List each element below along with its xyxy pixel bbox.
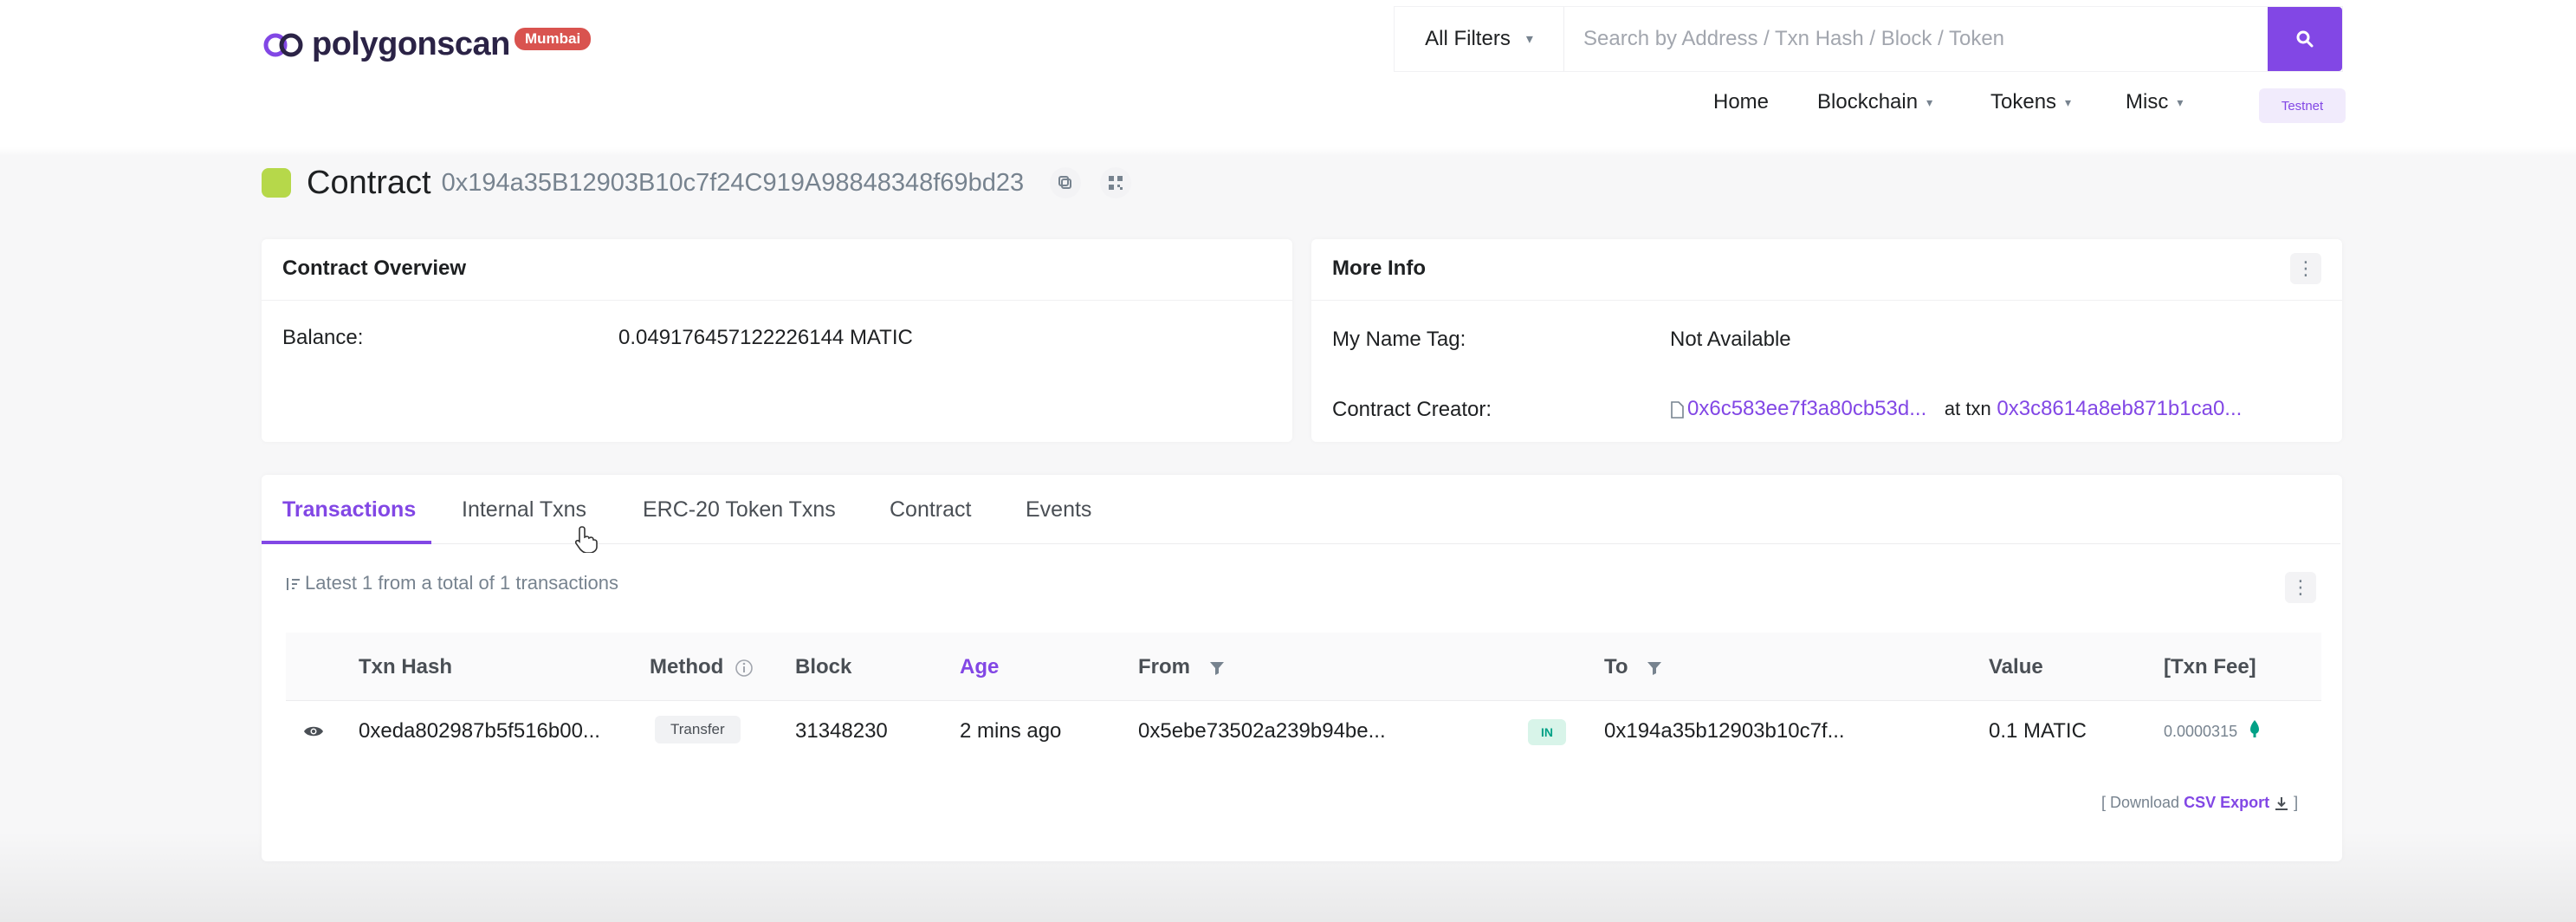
page-heading: Contract 0x194a35B12903B10c7f24C919A9884… (262, 161, 1150, 205)
balance-label: Balance: (282, 326, 364, 349)
filter-icon[interactable] (1208, 659, 1226, 677)
divider (1311, 300, 2342, 301)
search-button[interactable] (2268, 7, 2342, 71)
active-tab-indicator (262, 541, 431, 544)
more-info-card: More Info ⋮ My Name Tag: Not Available C… (1311, 239, 2342, 442)
document-icon (1671, 400, 1684, 419)
tab-events[interactable]: Events (1026, 497, 1091, 523)
summary-text: Latest 1 from a total of 1 transactions (305, 572, 618, 594)
csv-export-suffix: ] (2294, 794, 2299, 811)
balance-value: 0.049176457122226144 MATIC (618, 326, 913, 349)
main-nav: Home Blockchain ▾ Tokens ▾ Misc ▾ (0, 90, 2576, 125)
to-address: 0x194a35b12903b10c7f... (1604, 719, 1845, 743)
header-age[interactable]: Age (960, 655, 999, 679)
qr-code-icon (1109, 176, 1123, 190)
nav-tokens-label: Tokens (1990, 90, 2057, 114)
from-address-link[interactable]: 0x5ebe73502a239b94be... (1138, 719, 1386, 743)
nav-misc-label: Misc (2126, 90, 2169, 114)
name-tag-label: My Name Tag: (1332, 328, 1466, 351)
qr-code-button[interactable] (1100, 167, 1132, 198)
filter-icon[interactable] (1646, 659, 1663, 677)
table-divider (286, 700, 2321, 701)
contract-overview-card: Contract Overview Balance: 0.04917645712… (262, 239, 1292, 442)
age-value: 2 mins ago (960, 719, 1062, 743)
hand-cursor-icon (574, 525, 598, 557)
testnet-badge[interactable]: Testnet (2259, 88, 2346, 123)
filter-label: All Filters (1425, 27, 1511, 50)
value-amount: 0.1 MATIC (1989, 719, 2087, 743)
chevron-down-icon: ▾ (1525, 32, 1533, 47)
contract-overview-title: Contract Overview (282, 256, 467, 280)
search-input[interactable] (1564, 7, 2268, 71)
nav-blockchain[interactable]: Blockchain ▾ (1817, 90, 1932, 114)
tab-internal-txns[interactable]: Internal Txns (462, 497, 586, 523)
header-from-label: From (1138, 655, 1190, 679)
tab-contract[interactable]: Contract (890, 497, 971, 523)
txn-hash-link[interactable]: 0xeda802987b5f516b00... (359, 719, 600, 743)
tab-transactions[interactable]: Transactions (282, 497, 416, 523)
page-title: Contract (307, 164, 431, 201)
contract-creator-value: 0x6c583ee7f3a80cb53d... at txn 0x3c8614a… (1670, 397, 2242, 421)
method-badge: Transfer (655, 716, 741, 743)
direction-in-badge: IN (1528, 719, 1566, 745)
table-options-icon[interactable]: ⋮ (2285, 572, 2316, 603)
at-txn-label: at txn (1944, 398, 1991, 419)
gas-icon (2249, 719, 2261, 743)
more-info-title: More Info (1332, 256, 1426, 280)
tab-erc20-token-txns[interactable]: ERC-20 Token Txns (643, 497, 836, 523)
header-txn-fee[interactable]: [Txn Fee] (2164, 655, 2256, 679)
csv-export-link[interactable]: CSV Export (2184, 794, 2269, 811)
header-to-label: To (1604, 655, 1628, 679)
brand-name: polygonscan (312, 26, 510, 62)
sort-icon (287, 578, 300, 591)
creator-txn-link[interactable]: 0x3c8614a8eb871b1ca0... (1997, 397, 2242, 420)
header-block: Block (795, 655, 852, 679)
search-filter-select[interactable]: All Filters ▾ (1395, 7, 1564, 71)
chevron-down-icon: ▾ (1926, 95, 1933, 110)
txn-fee-value: 0.0000315 (2164, 723, 2238, 740)
nav-tokens[interactable]: Tokens ▾ (1990, 90, 2071, 114)
copy-address-button[interactable] (1050, 167, 1082, 198)
eye-icon[interactable] (303, 724, 324, 743)
nav-home[interactable]: Home (1713, 90, 1769, 114)
contract-avatar (262, 168, 291, 198)
polygon-logo-icon (262, 27, 305, 63)
header-method: Method (650, 655, 754, 679)
csv-export: [ Download CSV Export ] (2101, 794, 2298, 812)
search-icon (2296, 30, 2314, 48)
creator-address-link[interactable]: 0x6c583ee7f3a80cb53d... (1687, 397, 1926, 420)
contract-address: 0x194a35B12903B10c7f24C919A98848348f69bd… (441, 168, 1025, 197)
copy-icon (1058, 176, 1072, 189)
nav-misc[interactable]: Misc ▾ (2126, 90, 2183, 114)
contract-creator-label: Contract Creator: (1332, 398, 1492, 421)
header-txn-hash: Txn Hash (359, 655, 453, 679)
header-method-label: Method (650, 655, 724, 679)
divider (262, 300, 1292, 301)
nav-blockchain-label: Blockchain (1817, 90, 1919, 114)
info-icon[interactable] (735, 659, 754, 678)
header-value: Value (1989, 655, 2043, 679)
chevron-down-icon: ▾ (2065, 95, 2072, 110)
transactions-summary: Latest 1 from a total of 1 transactions (284, 572, 618, 594)
more-options-icon[interactable]: ⋮ (2290, 253, 2321, 284)
chevron-down-icon: ▾ (2177, 95, 2184, 110)
tab-divider (262, 543, 2340, 544)
site-header: polygonscan Mumbai All Filters ▾ Home Bl… (0, 0, 2576, 147)
search-bar: All Filters ▾ (1395, 7, 2342, 71)
header-from: From (1138, 655, 1226, 679)
block-link[interactable]: 31348230 (795, 719, 888, 743)
header-to: To (1604, 655, 1663, 679)
csv-export-prefix: [ Download (2101, 794, 2180, 811)
site-logo[interactable]: polygonscan (262, 26, 510, 63)
download-icon[interactable] (2274, 795, 2289, 811)
name-tag-value: Not Available (1670, 328, 1791, 351)
network-badge: Mumbai (515, 28, 592, 50)
